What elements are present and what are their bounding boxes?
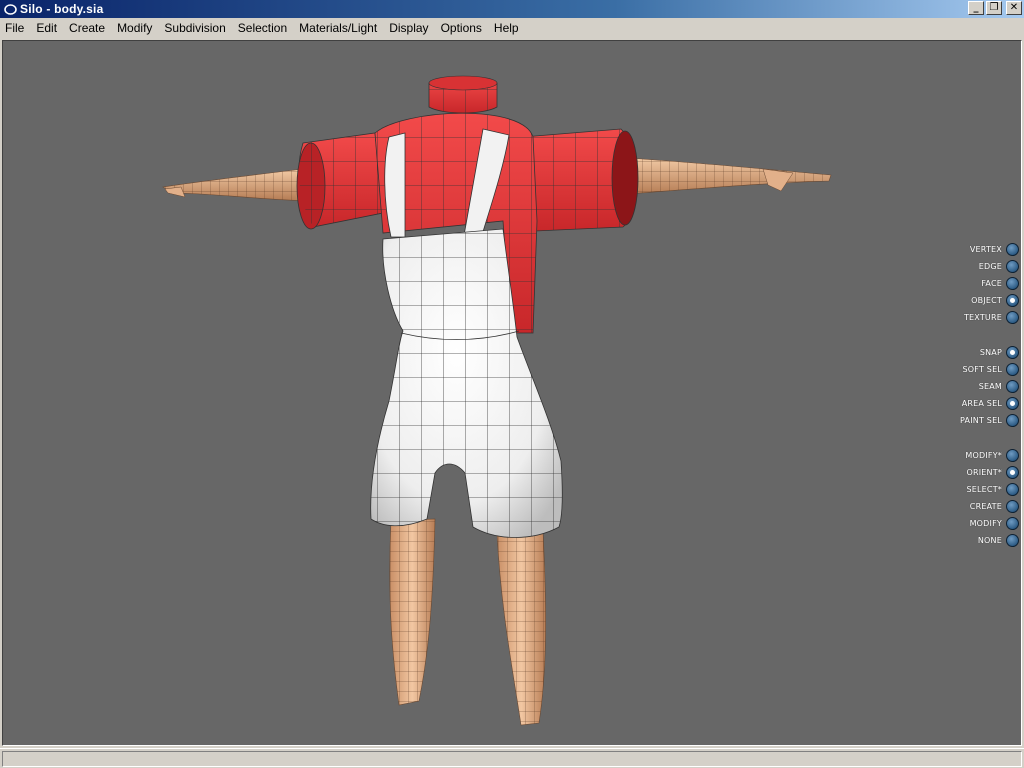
mode-select-star-button[interactable] (1006, 482, 1019, 496)
mode-texture-row[interactable]: TEXTURE (964, 309, 1019, 325)
left-sleeve (296, 132, 384, 230)
3d-viewport[interactable]: VERTEX EDGE FACE OBJECT TEXTURE SNAP SOFT SEL S… (2, 40, 1022, 746)
mode-face-label: FACE (981, 278, 1002, 288)
mode-vertex-button[interactable] (1006, 242, 1019, 256)
menu-modify[interactable]: Modify (111, 18, 158, 38)
mode-face-button[interactable] (1006, 276, 1019, 290)
mode-snap-label: SNAP (979, 347, 1002, 357)
mode-snap-row[interactable]: SNAP (980, 344, 1019, 360)
status-bar (0, 748, 1024, 768)
mode-face-row[interactable]: FACE (981, 275, 1019, 291)
mode-soft-sel-label: SOFT SEL (962, 364, 1002, 374)
mode-modify-star-label: MODIFY* (965, 450, 1002, 460)
mode-seam-button[interactable] (1006, 379, 1019, 393)
mode-none-label: NONE (977, 535, 1002, 545)
close-button[interactable]: ✕ (1006, 1, 1022, 15)
menu-help[interactable]: Help (488, 18, 525, 38)
mode-none-button[interactable] (1006, 533, 1019, 547)
mode-object-label: OBJECT (971, 295, 1002, 305)
mode-vertex-row[interactable]: VERTEX (970, 241, 1019, 257)
mode-area-sel-button[interactable] (1006, 396, 1019, 410)
mode-modify-button[interactable] (1006, 516, 1019, 530)
minimize-button[interactable]: _ (968, 1, 984, 15)
mode-orient-star-button[interactable] (1006, 465, 1019, 479)
menu-display[interactable]: Display (383, 18, 434, 38)
mode-select-star-label: SELECT* (966, 484, 1002, 494)
menu-selection[interactable]: Selection (232, 18, 293, 38)
mode-paint-sel-label: PAINT SEL (960, 415, 1002, 425)
mode-paint-sel-row[interactable]: PAINT SEL (960, 412, 1019, 428)
mode-paint-sel-button[interactable] (1006, 413, 1019, 427)
neck-collar (428, 75, 498, 114)
mode-area-sel-label: AREA SEL (961, 398, 1002, 408)
mode-create-button[interactable] (1006, 499, 1019, 513)
status-text (2, 751, 1022, 767)
mode-object-row[interactable]: OBJECT (971, 292, 1019, 308)
menu-bar: File Edit Create Modify Subdivision Sele… (0, 18, 1024, 38)
right-sleeve (522, 128, 639, 232)
right-arm (610, 156, 832, 196)
mode-texture-label: TEXTURE (963, 312, 1002, 322)
mode-orient-star-row[interactable]: ORIENT* (966, 464, 1019, 480)
menu-subdivision[interactable]: Subdivision (158, 18, 231, 38)
mode-soft-sel-button[interactable] (1006, 362, 1019, 376)
mode-modify-label: MODIFY (969, 518, 1002, 528)
mode-create-label: CREATE (969, 501, 1002, 511)
mode-edge-row[interactable]: EDGE (979, 258, 1019, 274)
mode-seam-row[interactable]: SEAM (979, 378, 1019, 394)
mode-edge-button[interactable] (1006, 259, 1019, 273)
mode-orient-star-label: ORIENT* (966, 467, 1002, 477)
menu-materials-light[interactable]: Materials/Light (293, 18, 383, 38)
menu-file[interactable]: File (0, 18, 30, 38)
mode-none-row[interactable]: NONE (978, 532, 1019, 548)
mode-area-sel-row[interactable]: AREA SEL (962, 395, 1019, 411)
menu-edit[interactable]: Edit (30, 18, 63, 38)
character-model[interactable] (3, 41, 1021, 745)
left-arm (162, 168, 309, 202)
mode-seam-label: SEAM (978, 381, 1002, 391)
mode-modify-row[interactable]: MODIFY (970, 515, 1019, 531)
mode-select-star-row[interactable]: SELECT* (966, 481, 1019, 497)
window-title: Silo - body.sia (20, 2, 104, 16)
menu-options[interactable]: Options (435, 18, 488, 38)
mode-modify-star-row[interactable]: MODIFY* (965, 447, 1019, 463)
title-bar: Silo - body.sia _ ❐ ✕ (0, 0, 1024, 18)
silo-app-icon[interactable] (3, 2, 17, 16)
maximize-button[interactable]: ❐ (986, 1, 1002, 15)
mode-modify-star-button[interactable] (1006, 448, 1019, 462)
mode-soft-sel-row[interactable]: SOFT SEL (963, 361, 1019, 377)
mode-texture-button[interactable] (1006, 310, 1019, 324)
mode-vertex-label: VERTEX (969, 244, 1002, 254)
left-leg (389, 518, 436, 706)
mode-snap-button[interactable] (1006, 345, 1019, 359)
right-leg (496, 530, 546, 726)
mode-edge-label: EDGE (978, 261, 1002, 271)
menu-create[interactable]: Create (63, 18, 111, 38)
mode-object-button[interactable] (1006, 293, 1019, 307)
mode-create-row[interactable]: CREATE (970, 498, 1019, 514)
